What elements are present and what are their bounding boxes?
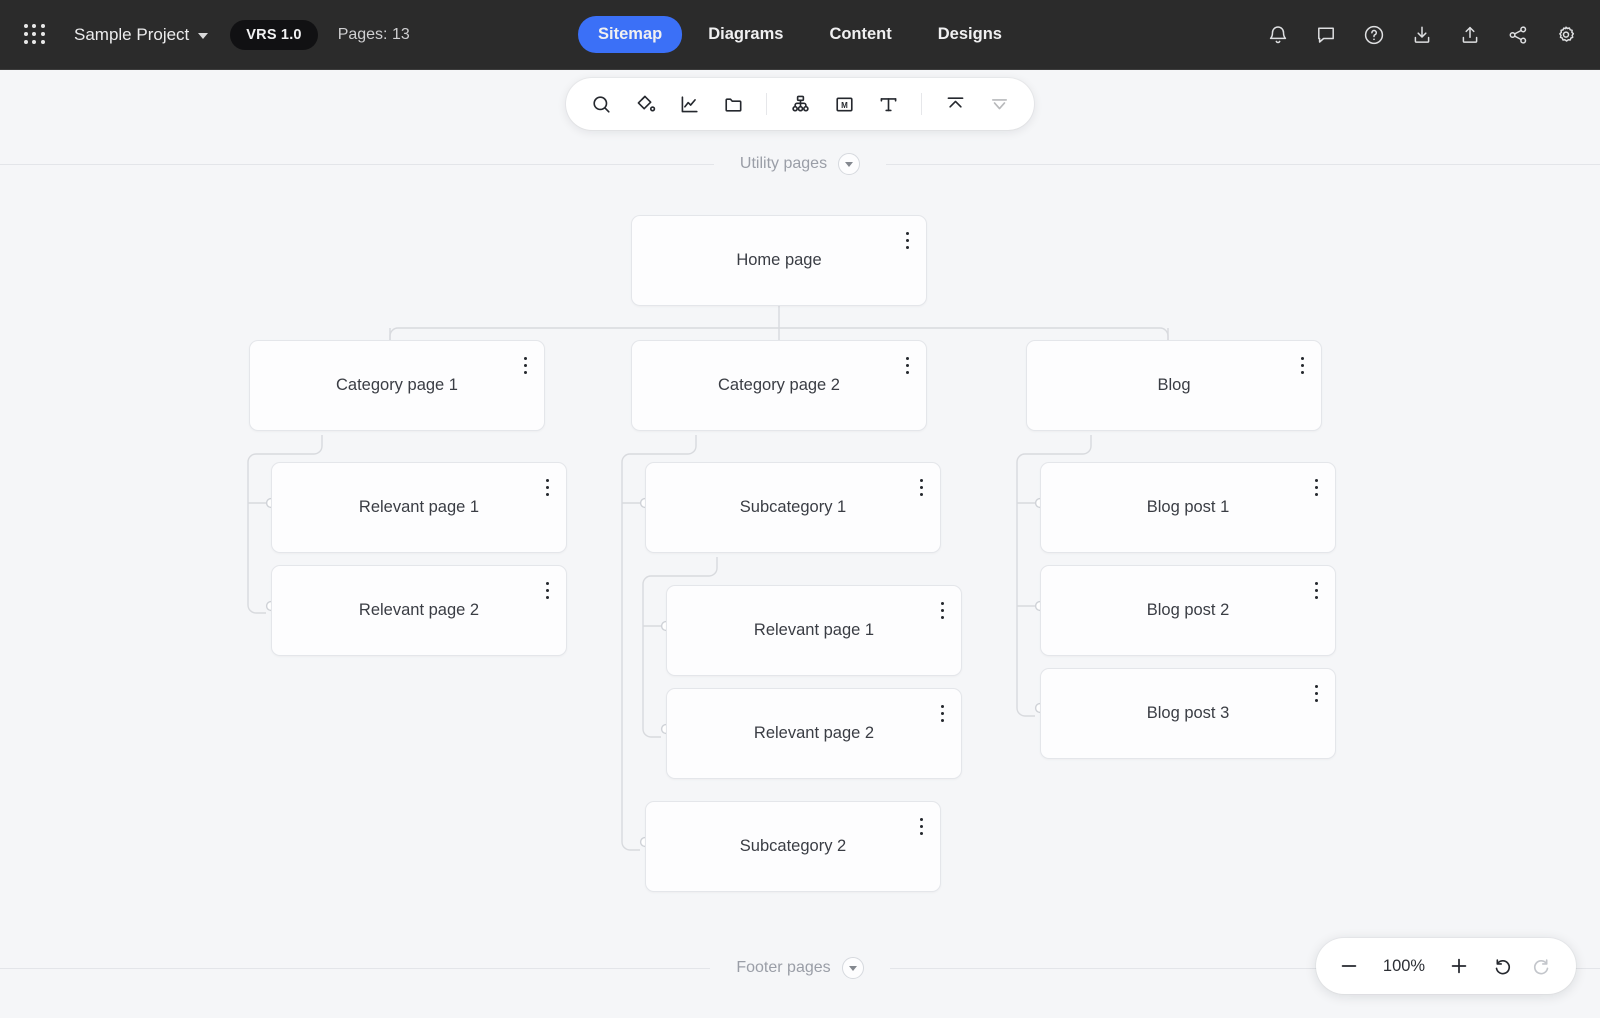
node-label: Blog post 2 <box>1146 601 1230 619</box>
kebab-menu-icon[interactable] <box>1313 683 1320 704</box>
sitemap-node-cat1-relevant-page-1[interactable]: Relevant page 1 <box>271 462 567 553</box>
notifications-icon[interactable] <box>1266 23 1290 47</box>
footer-pages-group: Footer pages <box>710 957 889 979</box>
settings-gear-icon[interactable] <box>1554 23 1578 47</box>
folder-icon[interactable] <box>720 91 746 117</box>
chevron-down-icon <box>848 965 857 971</box>
sitemap-node-blog[interactable]: Blog <box>1026 340 1322 431</box>
zoom-out-button[interactable] <box>1338 955 1360 977</box>
node-label: Blog post 1 <box>1146 498 1230 516</box>
upload-icon[interactable] <box>1458 23 1482 47</box>
chevron-down-icon <box>845 161 854 167</box>
top-header-bar: Sample Project VRS 1.0 Pages: 13 Sitemap… <box>0 0 1600 70</box>
undo-button[interactable] <box>1490 955 1512 977</box>
search-icon[interactable] <box>588 91 614 117</box>
sitemap-canvas[interactable]: Utility pages Footer pages Home page Cat… <box>0 70 1600 1018</box>
node-label: Category page 1 <box>335 376 458 394</box>
node-label: Blog <box>1157 376 1191 394</box>
utility-pages-divider: Utility pages <box>0 152 1600 176</box>
chevron-down-icon <box>198 32 209 39</box>
kebab-menu-icon[interactable] <box>544 477 551 498</box>
tab-sitemap[interactable]: Sitemap <box>578 16 683 53</box>
node-label: Relevant page 2 <box>358 601 480 619</box>
expand-all-icon[interactable] <box>986 91 1012 117</box>
analytics-icon[interactable] <box>676 91 702 117</box>
divider-line-right <box>886 163 1600 165</box>
kebab-menu-icon[interactable] <box>1299 355 1306 376</box>
markdown-icon[interactable]: M <box>831 91 857 117</box>
divider-line-left <box>0 163 714 165</box>
comments-icon[interactable] <box>1314 23 1338 47</box>
redo-button[interactable] <box>1532 955 1554 977</box>
kebab-menu-icon[interactable] <box>1313 477 1320 498</box>
kebab-menu-icon[interactable] <box>1313 580 1320 601</box>
sitemap-node-home[interactable]: Home page <box>631 215 927 306</box>
sitemap-node-category-page-2[interactable]: Category page 2 <box>631 340 927 431</box>
sitemap-node-blog-post-1[interactable]: Blog post 1 <box>1040 462 1336 553</box>
kebab-menu-icon[interactable] <box>544 580 551 601</box>
zoom-controls: 100% <box>1316 938 1576 994</box>
kebab-menu-icon[interactable] <box>904 230 911 251</box>
header-actions-group <box>1266 23 1578 47</box>
text-icon[interactable] <box>875 91 901 117</box>
sitemap-node-subcategory-2[interactable]: Subcategory 2 <box>645 801 941 892</box>
footer-pages-label: Footer pages <box>736 959 831 976</box>
kebab-menu-icon[interactable] <box>918 477 925 498</box>
kebab-menu-icon[interactable] <box>904 355 911 376</box>
sitemap-node-cat1-relevant-page-2[interactable]: Relevant page 2 <box>271 565 567 656</box>
node-label: Relevant page 1 <box>753 621 875 639</box>
zoom-level-label: 100% <box>1382 956 1426 975</box>
toolbar-divider <box>921 93 922 115</box>
download-icon[interactable] <box>1410 23 1434 47</box>
kebab-menu-icon[interactable] <box>939 703 946 724</box>
kebab-menu-icon[interactable] <box>918 816 925 837</box>
sitemap-node-category-page-1[interactable]: Category page 1 <box>249 340 545 431</box>
node-label: Relevant page 1 <box>358 498 480 516</box>
sitemap-node-sub1-relevant-page-1[interactable]: Relevant page 1 <box>666 585 962 676</box>
fill-color-icon[interactable] <box>632 91 658 117</box>
project-selector[interactable]: Sample Project <box>74 24 209 45</box>
kebab-menu-icon[interactable] <box>939 600 946 621</box>
node-label: Relevant page 2 <box>753 724 875 742</box>
main-nav-tabs: Sitemap Diagrams Content Designs <box>578 16 1022 53</box>
project-name-label: Sample Project <box>74 24 190 44</box>
node-label: Subcategory 2 <box>739 837 847 855</box>
kebab-menu-icon[interactable] <box>522 355 529 376</box>
footer-pages-toggle[interactable] <box>841 957 864 979</box>
zoom-in-button[interactable] <box>1448 955 1470 977</box>
pages-count-label: Pages: 13 <box>337 25 410 43</box>
share-icon[interactable] <box>1506 23 1530 47</box>
sitemap-node-blog-post-2[interactable]: Blog post 2 <box>1040 565 1336 656</box>
sitemap-node-blog-post-3[interactable]: Blog post 3 <box>1040 668 1336 759</box>
sitemap-node-sub1-relevant-page-2[interactable]: Relevant page 2 <box>666 688 962 779</box>
utility-pages-label: Utility pages <box>739 155 828 172</box>
toolbar-divider <box>766 93 767 115</box>
version-badge[interactable]: VRS 1.0 <box>230 19 318 50</box>
divider-line-left <box>0 967 711 969</box>
node-label: Home page <box>736 251 822 269</box>
tab-diagrams[interactable]: Diagrams <box>688 16 803 53</box>
collapse-all-icon[interactable] <box>942 91 968 117</box>
utility-pages-toggle[interactable] <box>838 153 861 175</box>
svg-text:M: M <box>841 100 848 109</box>
sitemap-node-subcategory-1[interactable]: Subcategory 1 <box>645 462 941 553</box>
tab-content[interactable]: Content <box>809 16 911 53</box>
node-label: Subcategory 1 <box>739 498 847 516</box>
help-icon[interactable] <box>1362 23 1386 47</box>
canvas-toolbar: M <box>566 78 1034 130</box>
node-label: Blog post 3 <box>1146 704 1230 722</box>
tab-designs[interactable]: Designs <box>918 16 1022 53</box>
header-left-group: Sample Project VRS 1.0 Pages: 13 <box>0 19 410 50</box>
sitemap-node-icon[interactable] <box>787 91 813 117</box>
grid-apps-icon[interactable] <box>22 22 48 48</box>
node-label: Category page 2 <box>717 376 840 394</box>
utility-pages-group: Utility pages <box>714 153 886 175</box>
